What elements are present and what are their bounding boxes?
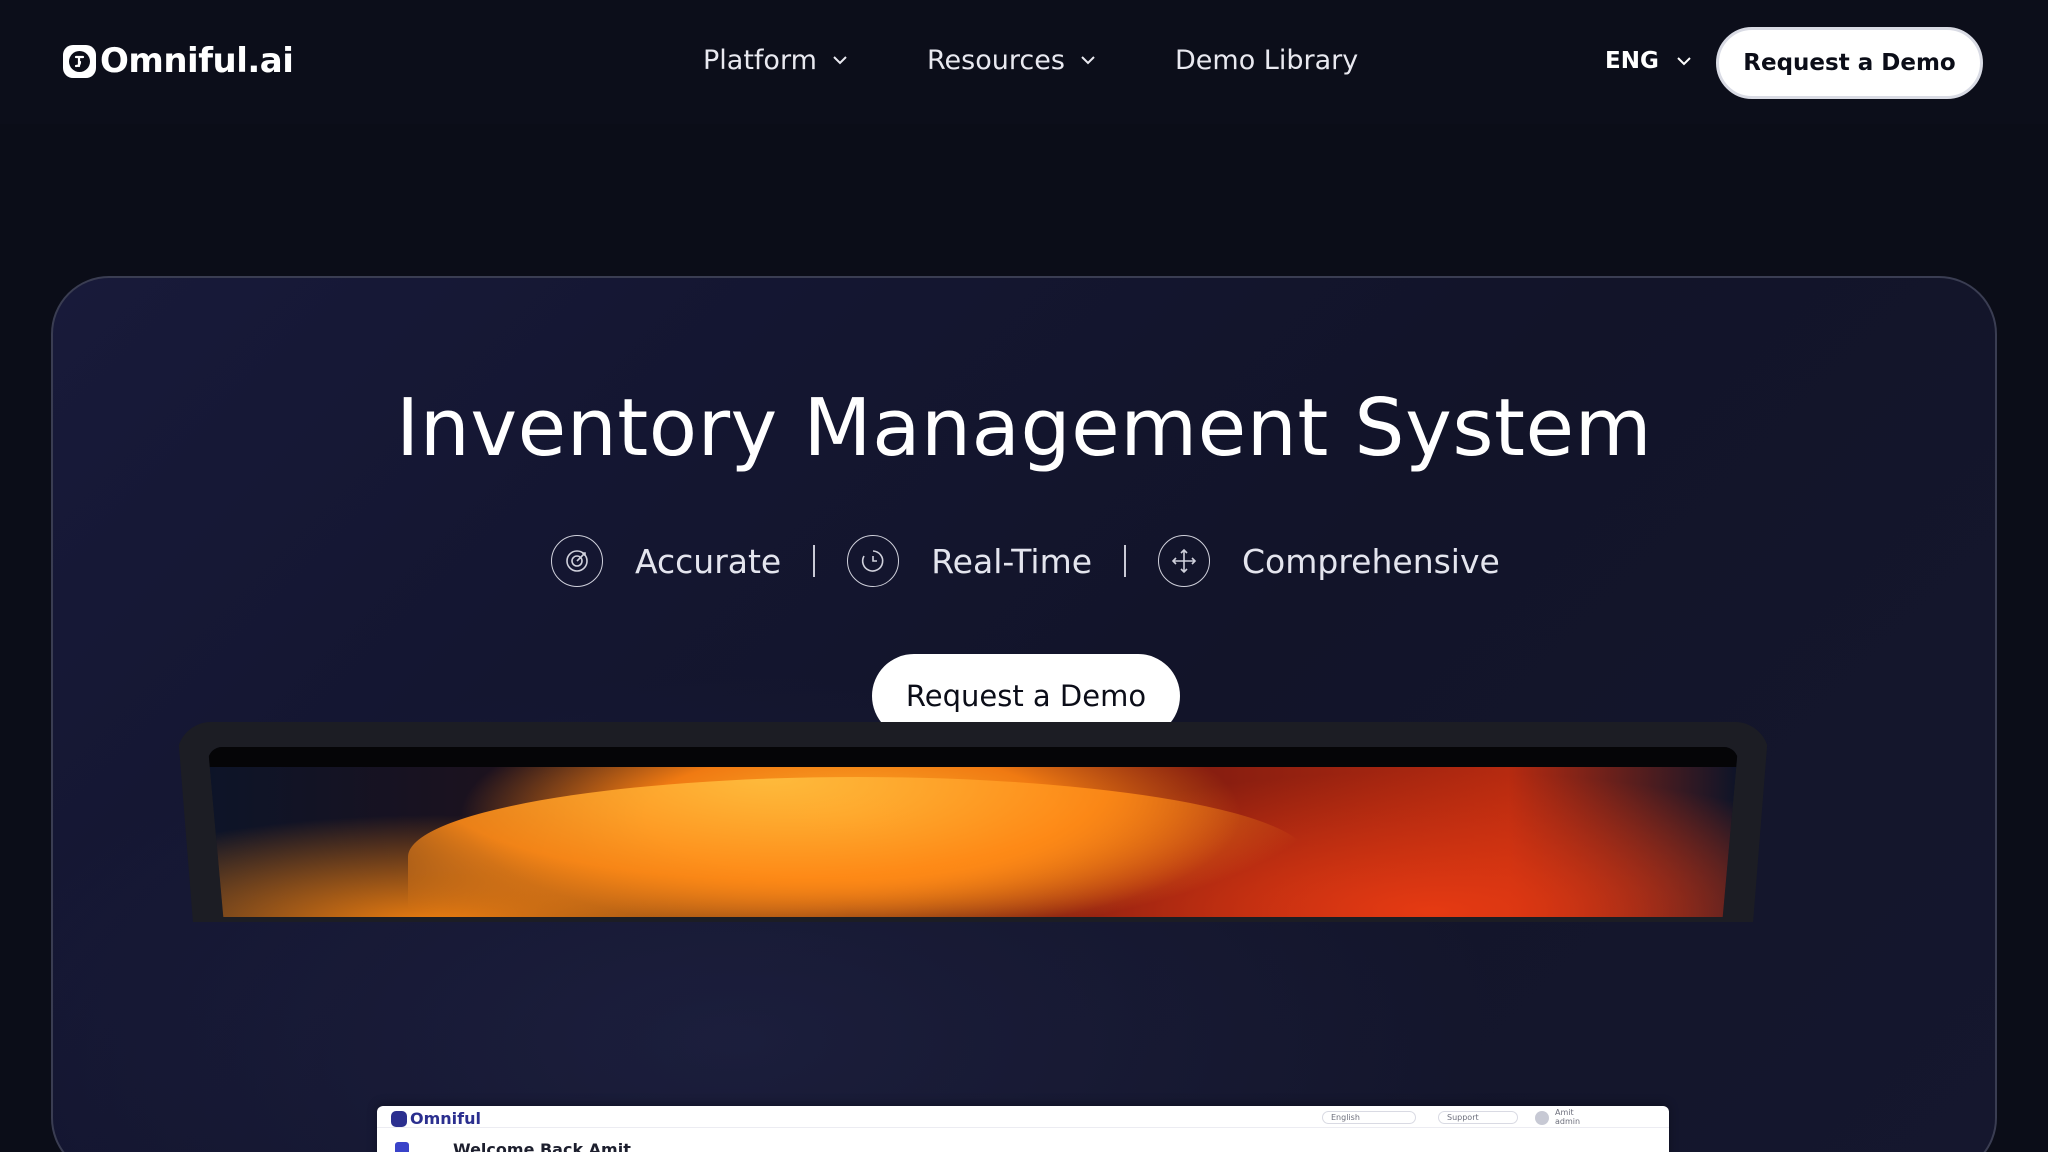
target-icon <box>551 535 603 587</box>
nav-platform-label: Platform <box>703 44 817 76</box>
feature-list: Accurate Real-Time Comprehensive <box>551 534 1500 588</box>
chevron-down-icon <box>1677 56 1691 66</box>
avatar <box>1535 1111 1549 1125</box>
move-arrows-icon <box>1158 535 1211 587</box>
feature-divider <box>1124 545 1127 577</box>
hero-title: Inventory Management System <box>395 382 1653 474</box>
nav-resources[interactable]: Resources <box>927 38 1095 82</box>
feature-label: Accurate <box>635 541 782 581</box>
feature-divider <box>813 545 816 577</box>
dashboard-preview: Omniful English Support Amit admin Welco… <box>377 1106 1669 1152</box>
feature-label: Real-Time <box>931 541 1093 581</box>
language-selector[interactable]: ENG <box>1605 40 1691 82</box>
dashboard-welcome: Welcome Back Amit <box>453 1140 631 1152</box>
language-label: ENG <box>1605 48 1659 74</box>
nav-demo-library[interactable]: Demo Library <box>1175 38 1358 82</box>
dashboard-brand: Omniful <box>410 1109 481 1128</box>
dashboard-topbar: Omniful English Support Amit admin <box>377 1106 1669 1128</box>
omniful-logo-icon <box>391 1110 407 1127</box>
omniful-logo[interactable]: Omniful.ai <box>63 40 294 82</box>
dashboard-logo: Omniful <box>391 1109 481 1128</box>
nav-platform[interactable]: Platform <box>703 38 847 82</box>
dashboard-support: Support <box>1438 1111 1518 1124</box>
chevron-down-icon <box>1081 55 1095 65</box>
user-name: Amit <box>1555 1108 1574 1117</box>
hero-card: Inventory Management System Accurate Rea… <box>51 276 1997 1152</box>
laptop-screen <box>208 747 1738 917</box>
brand-name: Omniful.ai <box>100 41 294 81</box>
screen-bezel <box>208 747 1738 767</box>
dashboard-user: Amit admin <box>1555 1108 1580 1126</box>
nav-resources-label: Resources <box>927 44 1065 76</box>
clock-icon <box>847 535 900 587</box>
feature-comprehensive: Comprehensive <box>1158 535 1500 587</box>
sidebar-icon <box>395 1142 409 1152</box>
feature-label: Comprehensive <box>1242 541 1500 581</box>
user-role: admin <box>1555 1117 1581 1126</box>
dashboard-language: English <box>1322 1111 1416 1124</box>
feature-accurate: Accurate <box>551 535 781 587</box>
site-header: Omniful.ai Platform Resources Demo Libra… <box>0 0 2048 124</box>
omniful-logo-icon <box>63 44 96 78</box>
header-request-demo-button[interactable]: Request a Demo <box>1716 27 1983 99</box>
feature-real-time: Real-Time <box>847 535 1092 587</box>
chevron-down-icon <box>833 55 847 65</box>
